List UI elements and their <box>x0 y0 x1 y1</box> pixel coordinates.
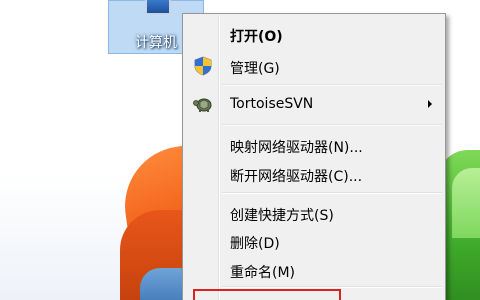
tortoise-svn-icon <box>192 94 214 114</box>
menu-item-label: 管理(G) <box>230 61 280 77</box>
menu-item-label: 创建快捷方式(S) <box>230 208 334 224</box>
menu-item-delete[interactable]: 删除(D) <box>186 229 442 253</box>
menu-item-label: TortoiseSVN <box>230 96 314 112</box>
menu-separator <box>222 124 442 126</box>
menu-item-label: 重命名(M) <box>230 265 296 281</box>
desktop: 计算机 打开(O) 管理(G) TortoiseSVN 映射网络驱动器(N)..… <box>0 0 480 300</box>
menu-item-disconnect-network-drive[interactable]: 断开网络驱动器(C)... <box>186 162 442 186</box>
menu-separator <box>222 192 442 194</box>
menu-separator <box>222 286 442 288</box>
submenu-arrow-icon <box>428 100 432 108</box>
menu-item-label: 删除(D) <box>230 236 280 252</box>
menu-item-label: 打开(O) <box>230 29 283 45</box>
computer-icon <box>145 0 171 15</box>
menu-item-tortoisesvn[interactable]: TortoiseSVN <box>186 92 442 116</box>
menu-item-label: 断开网络驱动器(C)... <box>230 169 363 185</box>
menu-item-rename[interactable]: 重命名(M) <box>186 258 442 282</box>
menu-item-create-shortcut[interactable]: 创建快捷方式(S) <box>186 201 442 225</box>
highlight-annotation-box <box>193 289 341 300</box>
menu-separator <box>222 84 442 86</box>
shield-icon <box>192 56 214 76</box>
context-menu: 打开(O) 管理(G) TortoiseSVN 映射网络驱动器(N)... 断开… <box>182 13 446 300</box>
wallpaper-green-light-shape <box>452 168 480 238</box>
menu-item-label: 映射网络驱动器(N)... <box>230 140 363 156</box>
menu-item-map-network-drive[interactable]: 映射网络驱动器(N)... <box>186 133 442 157</box>
menu-item-open[interactable]: 打开(O) <box>186 22 442 46</box>
menu-item-manage[interactable]: 管理(G) <box>186 54 442 78</box>
